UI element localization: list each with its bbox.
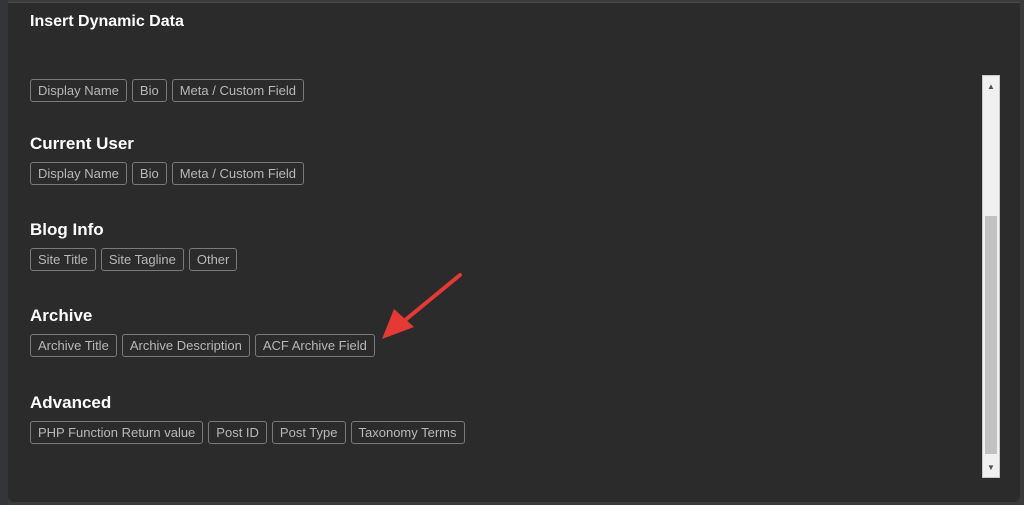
section-blog-info: Blog Info Site Title Site Tagline Other	[30, 220, 238, 271]
section-archive: Archive Archive Title Archive Descriptio…	[30, 306, 375, 357]
tag-display-name[interactable]: Display Name	[30, 162, 127, 185]
tag-bio[interactable]: Bio	[131, 79, 167, 102]
tag-php-function-return-value[interactable]: PHP Function Return value	[30, 421, 204, 444]
dialog-title: Insert Dynamic Data	[30, 13, 184, 30]
vertical-scrollbar[interactable]: ▲ ▼	[982, 75, 1000, 478]
tag-acf-archive-field[interactable]: ACF Archive Field	[254, 334, 375, 357]
tag-archive-description[interactable]: Archive Description	[121, 334, 250, 357]
section-heading: Advanced	[30, 393, 112, 412]
dynamic-data-panel: Insert Dynamic Data Display Name Bio Met…	[8, 2, 1020, 502]
window-edge	[0, 0, 8, 505]
tag-meta-custom-field[interactable]: Meta / Custom Field	[171, 162, 305, 185]
section-current-user: Current User Display Name Bio Meta / Cus…	[30, 134, 305, 185]
tag-display-name[interactable]: Display Name	[30, 79, 127, 102]
tag-site-tagline[interactable]: Site Tagline	[100, 248, 184, 271]
tag-taxonomy-terms[interactable]: Taxonomy Terms	[350, 421, 465, 444]
section-advanced: Advanced PHP Function Return value Post …	[30, 393, 465, 444]
section-heading: Current User	[30, 134, 134, 153]
scroll-up-icon[interactable]: ▲	[983, 78, 999, 94]
tag-post-id[interactable]: Post ID	[208, 421, 267, 444]
red-arrow-icon	[382, 273, 462, 339]
section-heading: Blog Info	[30, 220, 104, 239]
tag-other[interactable]: Other	[188, 248, 238, 271]
tag-bio[interactable]: Bio	[131, 162, 167, 185]
tag-meta-custom-field[interactable]: Meta / Custom Field	[171, 79, 305, 102]
section-author: Display Name Bio Meta / Custom Field	[30, 79, 305, 102]
tag-post-type[interactable]: Post Type	[271, 421, 346, 444]
scroll-down-icon[interactable]: ▼	[983, 459, 999, 475]
tag-archive-title[interactable]: Archive Title	[30, 334, 117, 357]
tag-site-title[interactable]: Site Title	[30, 248, 96, 271]
section-heading: Archive	[30, 306, 93, 325]
scrollbar-thumb[interactable]	[985, 216, 997, 454]
